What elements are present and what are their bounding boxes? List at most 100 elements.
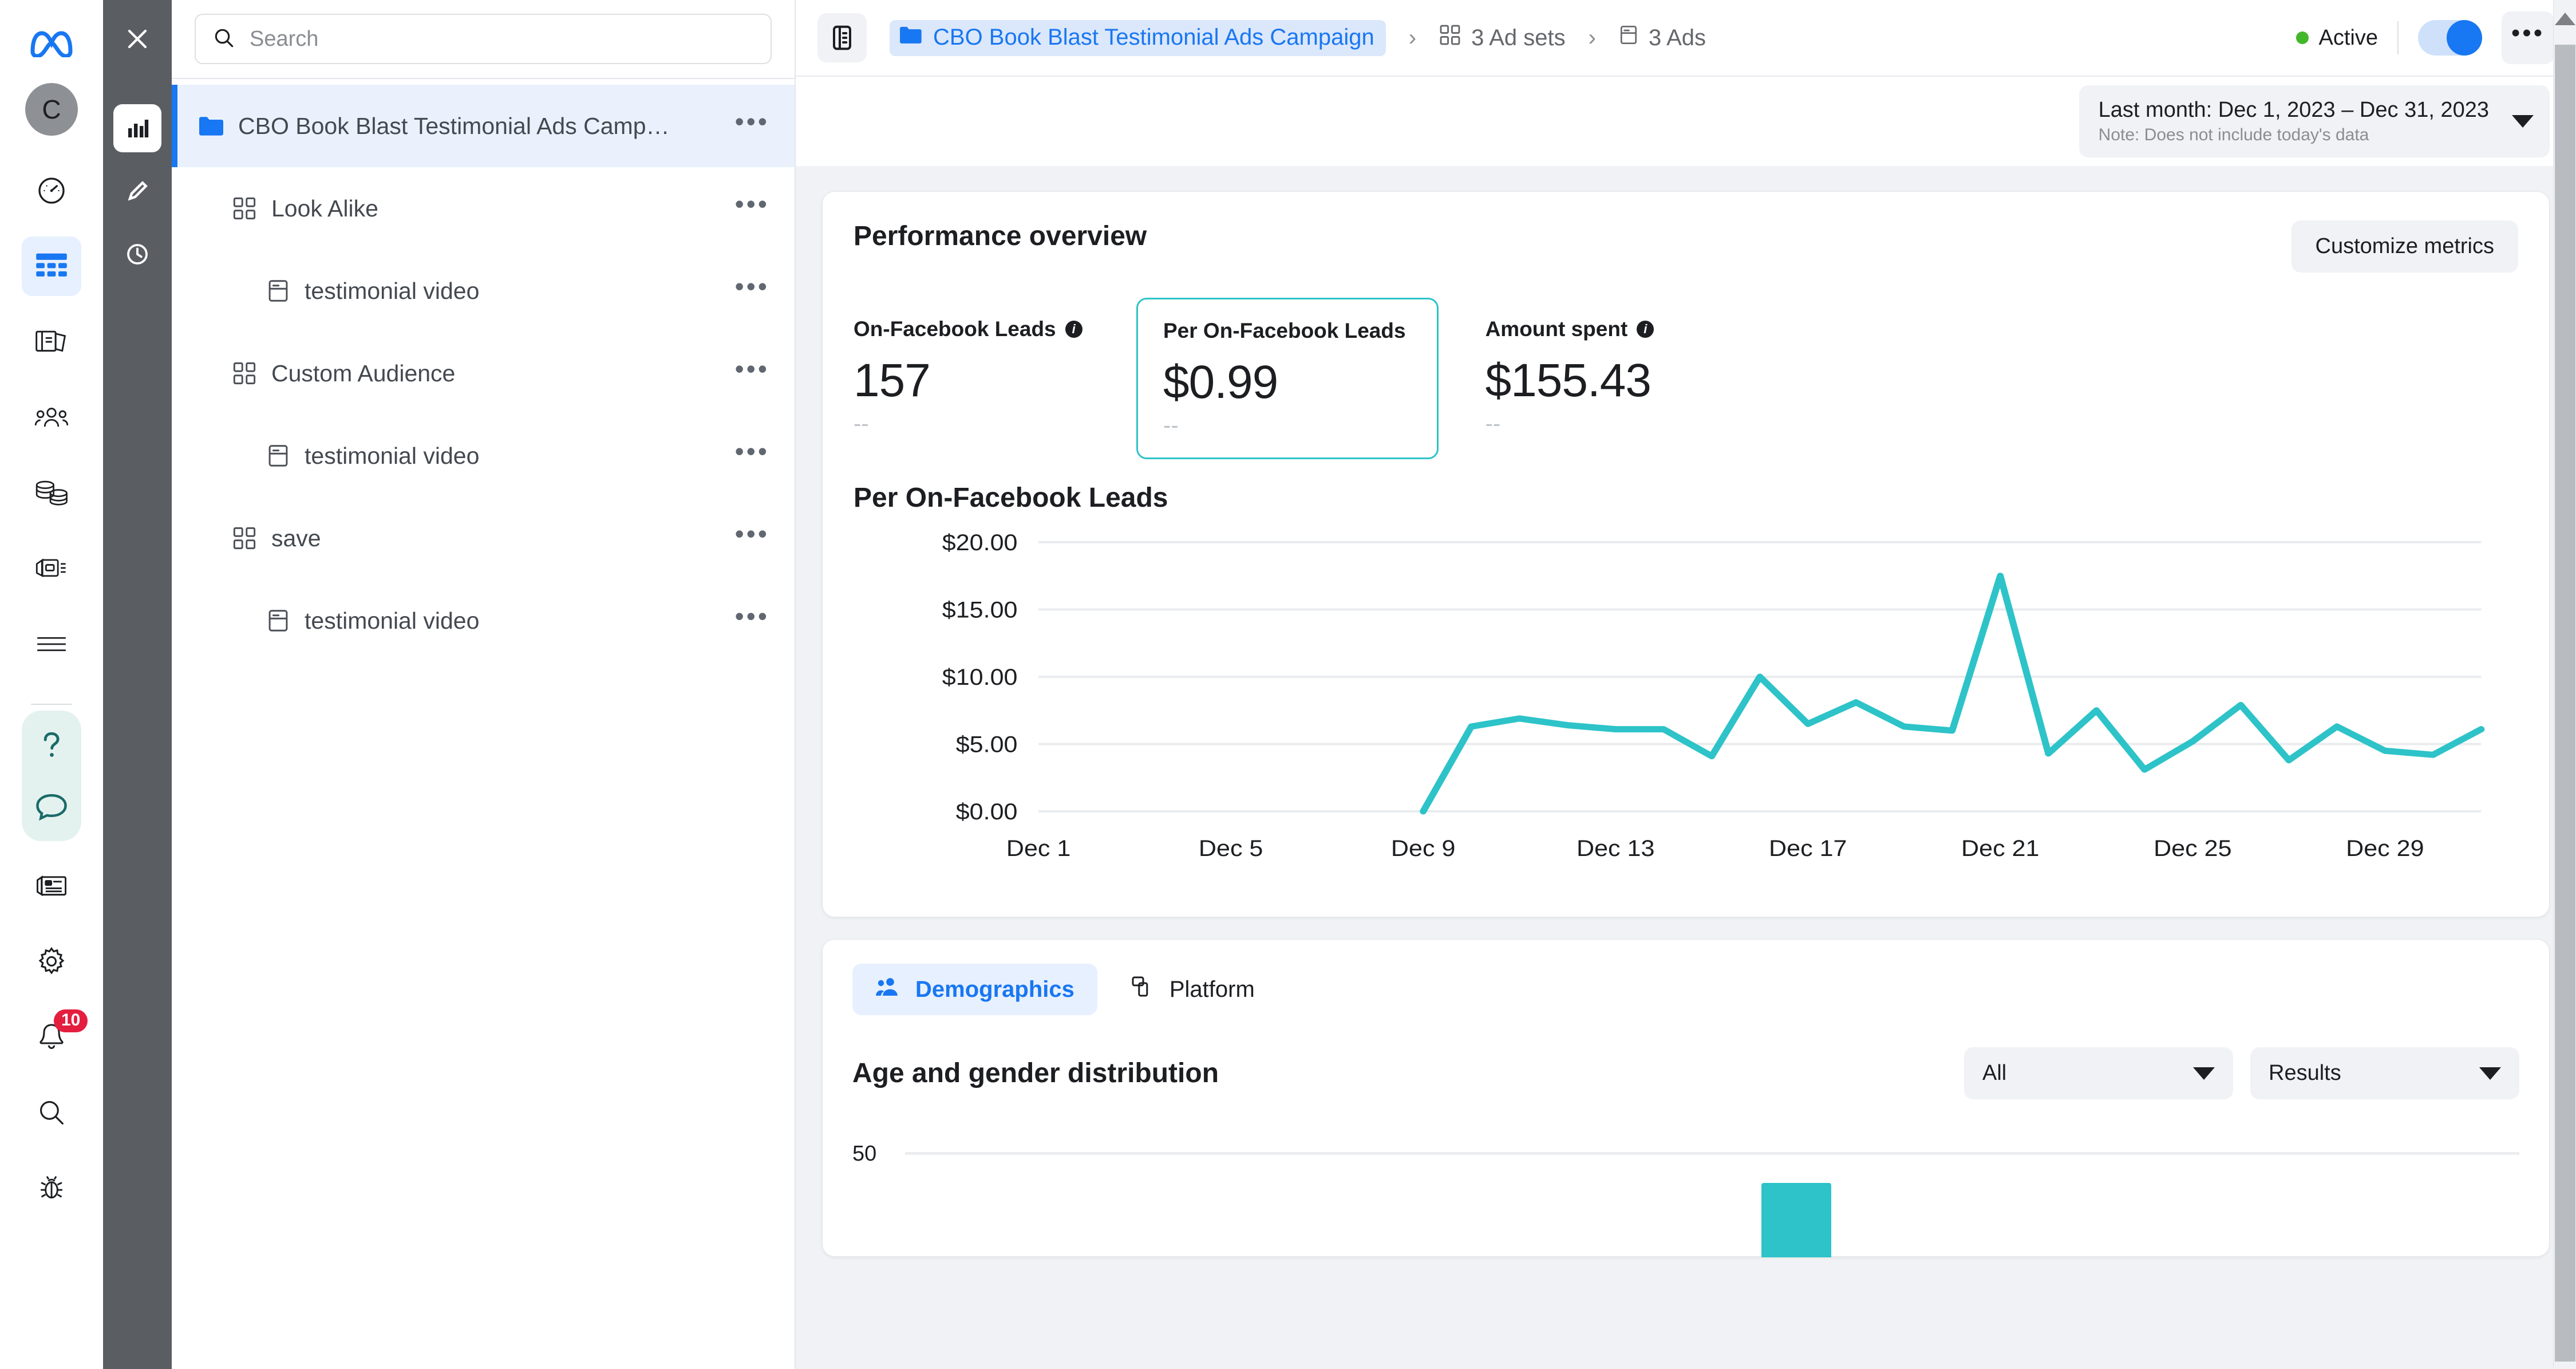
svg-text:$20.00: $20.00 — [942, 529, 1018, 555]
svg-text:$15.00: $15.00 — [942, 597, 1018, 622]
tab-demographics[interactable]: Demographics — [852, 964, 1097, 1015]
metric-sub: -- — [1485, 411, 1501, 436]
help-feedback-group — [22, 711, 81, 841]
pages-icon[interactable] — [22, 312, 81, 372]
tree-item-label: CBO Book Blast Testimonial Ads Camp… — [238, 112, 670, 139]
date-range-row: Last month: Dec 1, 2023 – Dec 31, 2023 N… — [796, 77, 2576, 166]
metric-amount-spent[interactable]: Amount spent i $155.43 -- — [1455, 298, 1752, 459]
info-icon[interactable]: i — [1637, 321, 1654, 338]
tree-item-menu-button[interactable]: ••• — [735, 603, 769, 638]
filter-all-label: All — [1982, 1061, 2007, 1085]
chevron-down-icon — [2193, 1067, 2215, 1080]
tree-item-campaign[interactable]: CBO Book Blast Testimonial Ads Camp… ••• — [172, 85, 795, 167]
panel-toggle-icon[interactable] — [817, 13, 867, 62]
campaign-active-toggle[interactable] — [2418, 20, 2482, 56]
tab-label: Platform — [1169, 976, 1255, 1002]
bell-icon[interactable]: 10 — [22, 1007, 88, 1067]
tree-item-adset[interactable]: save ••• — [172, 497, 795, 579]
billing-coins-icon[interactable] — [22, 463, 81, 523]
chevron-right-icon: › — [1588, 25, 1596, 50]
tree-item-menu-button[interactable]: ••• — [735, 108, 769, 144]
date-range-selector[interactable]: Last month: Dec 1, 2023 – Dec 31, 2023 N… — [2079, 85, 2550, 158]
help-question-icon[interactable] — [22, 716, 81, 776]
performance-header: Performance overview Customize metrics — [823, 192, 2549, 273]
svg-text:Dec 29: Dec 29 — [2346, 835, 2424, 861]
performance-overview-card: Performance overview Customize metrics O… — [822, 191, 2550, 917]
adset-grid-icon — [1439, 24, 1461, 52]
tree-item-label: testimonial video — [305, 442, 480, 469]
clock-history-icon[interactable] — [113, 230, 161, 278]
metrics-row: On-Facebook Leads i 157 -- Per On-Facebo… — [823, 273, 2549, 459]
tree-item-menu-button[interactable]: ••• — [735, 191, 769, 226]
demographics-card: Demographics Platform Age and gender dis… — [822, 939, 2550, 1257]
breadcrumb-item-ads[interactable]: 3 Ads — [1619, 23, 1706, 52]
tree-item-menu-button[interactable]: ••• — [735, 438, 769, 474]
search-icon[interactable] — [22, 1083, 81, 1142]
metric-sub: -- — [1163, 413, 1179, 438]
vertical-scrollbar[interactable] — [2553, 0, 2576, 1369]
toggle-knob — [2447, 20, 2482, 56]
tree-item-ad[interactable]: testimonial video ••• — [172, 250, 795, 332]
pencil-edit-icon[interactable] — [113, 167, 161, 215]
filter-all-select[interactable]: All — [1964, 1047, 2233, 1099]
news-icon[interactable] — [22, 856, 81, 916]
ad-card-icon — [1619, 23, 1638, 52]
filter-metric-label: Results — [2269, 1061, 2341, 1085]
tree-item-label: Custom Audience — [271, 360, 456, 386]
feedback-bubble-icon[interactable] — [22, 776, 81, 835]
content-area: Performance overview Customize metrics O… — [796, 166, 2576, 1257]
info-icon[interactable]: i — [1065, 321, 1082, 338]
campaign-sidebar: Search CBO Book Blast Testimonial Ads Ca… — [172, 0, 796, 1369]
tree-item-menu-button[interactable]: ••• — [735, 356, 769, 391]
tree-item-menu-button[interactable]: ••• — [735, 520, 769, 556]
ad-card-icon — [267, 609, 290, 633]
age-gender-bar-chart[interactable]: 50 — [852, 1130, 2519, 1257]
rail-divider — [31, 704, 72, 705]
tree-item-label: Look Alike — [271, 195, 378, 222]
bug-icon[interactable] — [22, 1158, 81, 1218]
ads-library-icon[interactable] — [22, 539, 81, 598]
status-badge: Active — [2318, 25, 2378, 50]
meta-logo-icon[interactable] — [27, 29, 76, 60]
tab-platform[interactable]: Platform — [1108, 962, 1278, 1016]
svg-text:$10.00: $10.00 — [942, 664, 1018, 689]
tree-item-adset[interactable]: Custom Audience ••• — [172, 332, 795, 415]
table-grid-icon[interactable] — [22, 236, 81, 296]
list-lines-icon[interactable] — [22, 614, 81, 674]
audiences-icon[interactable] — [22, 388, 81, 447]
metric-on-facebook-leads[interactable]: On-Facebook Leads i 157 -- — [823, 298, 1120, 459]
close-icon[interactable] — [113, 15, 161, 63]
svg-text:Dec 25: Dec 25 — [2154, 835, 2231, 861]
filter-metric-select[interactable]: Results — [2250, 1047, 2519, 1099]
tree-item-ad[interactable]: testimonial video ••• — [172, 579, 795, 662]
avatar[interactable]: C — [25, 83, 78, 136]
search-input[interactable]: Search — [195, 14, 772, 64]
tool-strip — [103, 0, 172, 1369]
breadcrumb-item-campaign[interactable]: CBO Book Blast Testimonial Ads Campaign — [890, 19, 1386, 56]
metric-label-wrap: Per On-Facebook Leads — [1163, 319, 1406, 343]
chart-bars-icon[interactable] — [113, 104, 161, 152]
metric-sub: -- — [854, 411, 869, 436]
scrollbar-thumb[interactable] — [2555, 45, 2575, 1362]
svg-text:Dec 9: Dec 9 — [1391, 835, 1455, 861]
scroll-up-arrow-icon[interactable] — [2554, 13, 2575, 25]
customize-metrics-button[interactable]: Customize metrics — [2291, 220, 2518, 273]
meta-icon-rail: C 10 — [0, 0, 103, 1369]
tree-item-adset[interactable]: Look Alike ••• — [172, 167, 795, 250]
notification-badge: 10 — [54, 1009, 88, 1032]
tree-item-ad[interactable]: testimonial video ••• — [172, 415, 795, 497]
tree-item-label: save — [271, 524, 321, 551]
metric-label: Amount spent — [1485, 317, 1628, 341]
chart-title: Per On-Facebook Leads — [854, 483, 1168, 513]
line-chart[interactable]: $0.00 $5.00 $10.00 $15.00 $20.00 Dec 1 Dec 5 De… — [854, 525, 2518, 891]
dashboard-gauge-icon[interactable] — [22, 161, 81, 220]
breadcrumb-item-adsets[interactable]: 3 Ad sets — [1439, 24, 1566, 52]
tree-item-menu-button[interactable]: ••• — [735, 273, 769, 309]
metric-per-on-facebook-leads[interactable]: Per On-Facebook Leads $0.99 -- — [1136, 298, 1439, 459]
topbar-actions: Active ••• — [2296, 11, 2576, 64]
demographics-gridline — [905, 1152, 2519, 1155]
gear-icon[interactable] — [22, 932, 81, 991]
topbar-more-button[interactable]: ••• — [2502, 11, 2554, 64]
svg-text:Dec 13: Dec 13 — [1577, 835, 1654, 861]
platform-icon — [1131, 975, 1155, 1004]
